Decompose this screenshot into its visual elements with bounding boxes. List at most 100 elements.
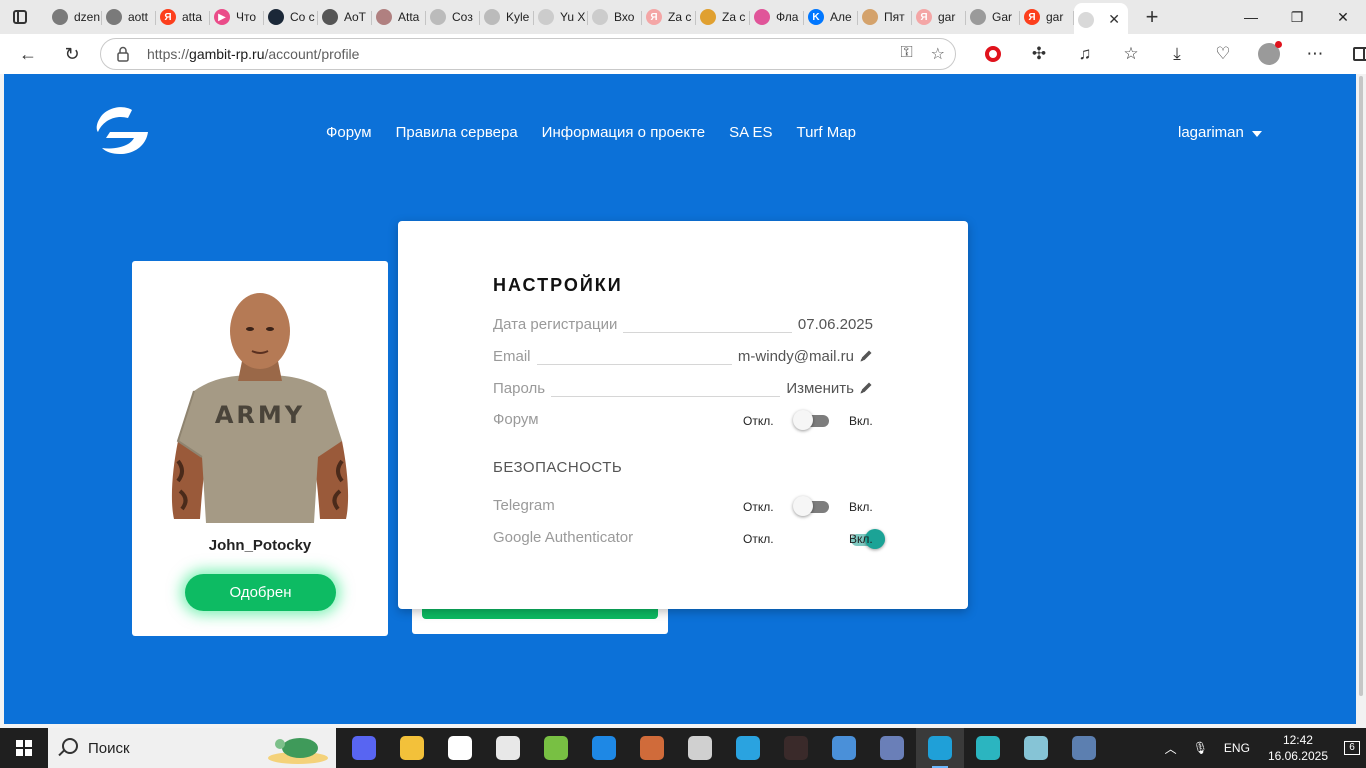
browser-tab[interactable]: Coз <box>426 3 480 31</box>
browser-tab[interactable]: Я Za c <box>642 3 696 31</box>
taskbar-app-yandex-browser[interactable] <box>436 728 484 768</box>
tab-label: gar <box>938 10 956 24</box>
settings-title: НАСТРОЙКИ <box>493 275 623 295</box>
language-indicator[interactable]: ENG <box>1216 741 1258 755</box>
change-password-link[interactable]: Изменить <box>786 380 854 397</box>
user-menu[interactable]: lagariman <box>1178 124 1262 141</box>
tab-actions-button[interactable] <box>4 0 36 34</box>
telegram-on-label: Вкл. <box>849 500 873 514</box>
tab-label: Пят <box>884 10 905 24</box>
start-button[interactable] <box>0 728 48 768</box>
downloads-icon[interactable]: ⤓ <box>1154 34 1200 74</box>
microphone-icon[interactable]: 🎙 <box>1185 741 1216 755</box>
close-window-button[interactable]: ✕ <box>1320 0 1366 34</box>
favorite-star-icon[interactable]: ☆ <box>931 44 945 64</box>
tab-active[interactable]: ✕ <box>1074 3 1128 37</box>
more-menu-icon[interactable]: ⋯ <box>1292 34 1338 74</box>
taskbar-app-edge[interactable] <box>916 728 964 768</box>
browser-toolbar: ← ↻ https://gambit-rp.ru/account/profile… <box>0 34 1366 74</box>
minimize-button[interactable]: — <box>1228 0 1274 34</box>
nav-link-info[interactable]: Информация о проекте <box>542 124 705 141</box>
app-image-icon <box>880 736 904 760</box>
favorites-icon[interactable]: ☆ <box>1108 34 1154 74</box>
gambit-favicon-icon <box>1078 12 1094 28</box>
browser-tab[interactable]: Co c <box>264 3 318 31</box>
browser-tab[interactable]: K Але <box>804 3 858 31</box>
read-aloud-icon[interactable]: ♫ <box>1062 34 1108 74</box>
taskbar-app-app-blue[interactable] <box>580 728 628 768</box>
taskbar-app-utorrent[interactable] <box>532 728 580 768</box>
taskbar-app-app-dark[interactable] <box>772 728 820 768</box>
telegram-toggle[interactable] <box>793 496 829 516</box>
clock[interactable]: 12:42 16.06.2025 <box>1258 732 1338 764</box>
close-tab-icon[interactable]: ✕ <box>1108 11 1120 28</box>
taskbar-search-input[interactable]: Поиск <box>48 728 336 768</box>
taskbar-app-app-v[interactable] <box>964 728 1012 768</box>
scrollbar-thumb[interactable] <box>1359 76 1363 696</box>
tab-label: dzen <box>74 10 101 24</box>
browser-tab[interactable]: Пят <box>858 3 912 31</box>
taskbar-app-app-glass[interactable] <box>1012 728 1060 768</box>
tab-favicon-icon <box>970 9 986 25</box>
browser-tab[interactable]: Za c <box>696 3 750 31</box>
taskbar-app-explorer[interactable] <box>388 728 436 768</box>
browser-tab[interactable]: dzen <box>48 3 102 31</box>
edge-icon <box>928 736 952 760</box>
extensions-icon[interactable]: ✣ <box>1016 34 1062 74</box>
edit-password-pencil-icon[interactable] <box>859 381 873 395</box>
clock-date: 16.06.2025 <box>1267 749 1328 763</box>
tab-favicon-icon <box>106 9 122 25</box>
browser-tab[interactable]: Яatta <box>156 3 210 31</box>
browser-tab[interactable]: Вхо <box>588 3 642 31</box>
nav-link-sa-es[interactable]: SA ES <box>729 124 772 141</box>
key-icon[interactable]: ⚿ <box>900 44 912 64</box>
tab-label: AoT <box>344 10 367 24</box>
browser-tab[interactable]: ▶ Что <box>210 3 264 31</box>
edit-email-pencil-icon[interactable] <box>859 349 873 363</box>
nav-link-turf-map[interactable]: Turf Map <box>796 124 855 141</box>
tab-favicon-icon <box>862 9 878 25</box>
nav-link-forum[interactable]: Форум <box>326 124 372 141</box>
taskbar-app-telegram[interactable] <box>724 728 772 768</box>
telegram-off-label: Откл. <box>743 500 774 514</box>
taskbar-app-notepad[interactable] <box>484 728 532 768</box>
browser-tab[interactable]: Yu X <box>534 3 588 31</box>
browser-tab[interactable]: AoT <box>318 3 372 31</box>
show-hidden-icons-chevron-icon[interactable]: ︿ <box>1157 740 1185 757</box>
browser-tab[interactable]: Яgar <box>912 3 966 31</box>
tab-favicon-icon <box>700 9 716 25</box>
browser-tab[interactable]: Gar <box>966 3 1020 31</box>
taskbar-app-app-news[interactable] <box>1060 728 1108 768</box>
browser-tab[interactable]: Яgar <box>1020 3 1074 31</box>
taskbar-app-settings[interactable] <box>676 728 724 768</box>
gambit-logo-icon[interactable] <box>92 102 150 156</box>
taskbar-app-app-image[interactable] <box>868 728 916 768</box>
notification-center-icon[interactable]: 6 <box>1338 728 1366 768</box>
browser-tab[interactable]: Фла <box>750 3 804 31</box>
taskbar-app-m365[interactable] <box>628 728 676 768</box>
reload-button[interactable]: ↻ <box>54 36 90 72</box>
taskbar-app-discord[interactable] <box>340 728 388 768</box>
security-section-title: БЕЗОПАСНОСТЬ <box>493 459 623 476</box>
forum-toggle[interactable] <box>793 410 829 430</box>
performance-icon[interactable]: ♡ <box>1200 34 1246 74</box>
back-button[interactable]: ← <box>10 36 46 72</box>
page-scrollbar[interactable] <box>1356 74 1366 724</box>
restore-button[interactable]: ❐ <box>1274 0 1320 34</box>
tab-favicon-icon: K <box>808 9 824 25</box>
new-tab-button[interactable]: + <box>1132 0 1172 34</box>
browser-tab[interactable]: aott <box>102 3 156 31</box>
email-row: Email m-windy@mail.ru <box>493 345 873 367</box>
tab-label: Что <box>236 10 257 24</box>
taskbar-app-app-paint[interactable] <box>820 728 868 768</box>
opera-extension-icon[interactable] <box>970 34 1016 74</box>
tab-label: Atta <box>398 10 420 24</box>
window-controls: — ❐ ✕ <box>1228 0 1366 34</box>
nav-link-rules[interactable]: Правила сервера <box>396 124 518 141</box>
profile-avatar-icon[interactable] <box>1246 34 1292 74</box>
sidebar-icon[interactable] <box>1338 34 1366 74</box>
browser-tab[interactable]: Kyle <box>480 3 534 31</box>
dotted-divider <box>623 323 792 333</box>
browser-tab[interactable]: Atta <box>372 3 426 31</box>
address-bar[interactable]: https://gambit-rp.ru/account/profile ⚿ ☆ <box>100 38 956 70</box>
